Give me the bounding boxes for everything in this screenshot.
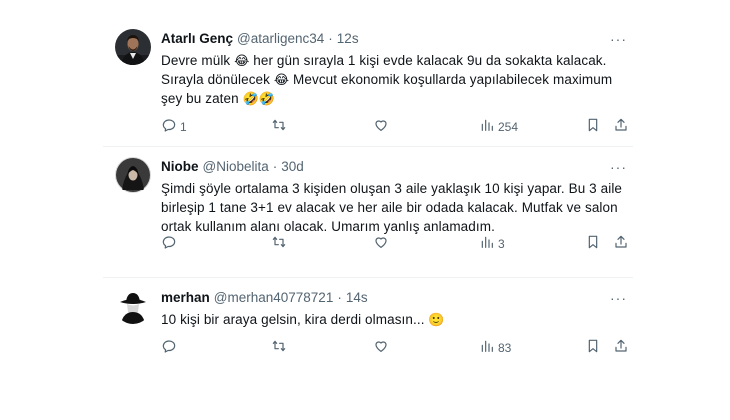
views-icon — [479, 234, 495, 253]
reply-icon — [161, 338, 177, 357]
emoji: 😂 — [234, 53, 250, 68]
tweet-text: Devre mülk 😂 her gün sırayla 1 kişi evde… — [161, 51, 627, 108]
bookmark-button[interactable] — [585, 234, 601, 253]
retweet-icon — [271, 234, 287, 253]
emoji: 🙂 — [428, 312, 445, 327]
views-icon — [479, 338, 495, 357]
timestamp[interactable]: 12s — [337, 30, 359, 48]
author-handle[interactable]: @Niobelita — [203, 158, 269, 176]
separator: · — [337, 290, 342, 305]
tweet-actions: 83 — [161, 338, 627, 358]
tweet[interactable]: merhan @merhan40778721 · 14s ··· 10 kişi… — [103, 278, 633, 368]
tweet-actions: 1 254 — [161, 117, 627, 137]
more-options-icon[interactable]: ··· — [610, 289, 627, 307]
more-options-icon[interactable]: ··· — [610, 30, 627, 48]
reply-count: 1 — [180, 119, 187, 134]
tweet-text-segment: Şimdi şöyle ortalama 3 kişiden oluşan 3 … — [161, 181, 623, 196]
view-count: 254 — [498, 119, 519, 134]
like-button[interactable] — [373, 117, 392, 136]
heart-icon — [373, 234, 389, 253]
share-button[interactable] — [613, 338, 629, 357]
tweet-text-segment: Devre mülk — [161, 53, 235, 68]
tweet-text: 10 kişi bir araya gelsin, kira derdi olm… — [161, 310, 627, 329]
reply-button[interactable] — [161, 234, 180, 253]
share-icon — [613, 234, 629, 253]
timestamp[interactable]: 30d — [281, 158, 304, 176]
share-icon — [613, 117, 629, 136]
separator: · — [272, 159, 278, 174]
emoji: 😂 — [273, 72, 290, 87]
tweet-text-segment: birleşip 1 tane 3+1 ev alacak ve her ail… — [161, 200, 618, 215]
reply-icon — [161, 234, 177, 253]
views-button[interactable]: 254 — [479, 117, 518, 136]
reply-icon — [161, 117, 177, 136]
reply-button[interactable]: 1 — [161, 117, 187, 136]
author-name[interactable]: Atarlı Genç — [161, 30, 233, 48]
tweet-text-segment: 10 kişi bir araya gelsin, kira derdi olm… — [161, 312, 429, 327]
like-button[interactable] — [373, 234, 392, 253]
timestamp[interactable]: 14s — [346, 289, 368, 307]
author-name[interactable]: Niobe — [161, 158, 199, 176]
more-options-icon[interactable]: ··· — [610, 158, 627, 176]
avatar[interactable] — [115, 288, 151, 324]
share-icon — [613, 338, 629, 357]
bookmark-icon — [585, 338, 601, 357]
tweet-text: Şimdi şöyle ortalama 3 kişiden oluşan 3 … — [161, 179, 627, 236]
retweet-button[interactable] — [271, 117, 290, 136]
retweet-icon — [271, 117, 287, 136]
share-button[interactable] — [613, 117, 629, 136]
tweet-text-segment: her gün sırayla 1 kişi evde kalacak 9u d… — [249, 53, 607, 68]
retweet-button[interactable] — [271, 234, 290, 253]
tweet-text-segment: Sırayla dönülecek — [161, 72, 274, 87]
retweet-icon — [271, 338, 287, 357]
author-name[interactable]: merhan — [161, 289, 210, 307]
share-button[interactable] — [613, 234, 629, 253]
author-handle[interactable]: @atarligenc34 — [237, 30, 324, 48]
tweet-text-segment: Mevcut ekonomik koşullarda yapılabilecek… — [289, 72, 613, 87]
separator: · — [328, 31, 333, 46]
bookmark-button[interactable] — [585, 338, 601, 357]
tweet-actions: 3 — [161, 234, 627, 254]
views-button[interactable]: 83 — [479, 338, 511, 357]
emoji: 🤣🤣 — [242, 91, 276, 106]
bookmark-icon — [585, 234, 601, 253]
avatar[interactable] — [115, 29, 151, 65]
retweet-button[interactable] — [271, 338, 290, 357]
tweet[interactable]: Niobe @Niobelita · 30d ··· Şimdi şöyle o… — [103, 147, 633, 278]
reply-thread: Atarlı Genç @atarligenc34 · 12s ··· Devr… — [103, 19, 633, 368]
heart-icon — [373, 338, 389, 357]
tweet-text-segment: ortak kullanım alanı olacak. Umarım yanl… — [161, 219, 495, 234]
avatar[interactable] — [115, 157, 151, 193]
heart-icon — [373, 117, 389, 136]
bookmark-button[interactable] — [585, 117, 601, 136]
views-button[interactable]: 3 — [479, 234, 505, 253]
bookmark-icon — [585, 117, 601, 136]
tweet[interactable]: Atarlı Genç @atarligenc34 · 12s ··· Devr… — [103, 19, 633, 147]
reply-button[interactable] — [161, 338, 180, 357]
view-count: 83 — [498, 340, 512, 355]
like-button[interactable] — [373, 338, 392, 357]
views-icon — [479, 117, 495, 136]
view-count: 3 — [498, 236, 505, 251]
tweet-text-segment: şey bu zaten — [161, 91, 243, 106]
author-handle[interactable]: @merhan40778721 — [214, 289, 334, 307]
